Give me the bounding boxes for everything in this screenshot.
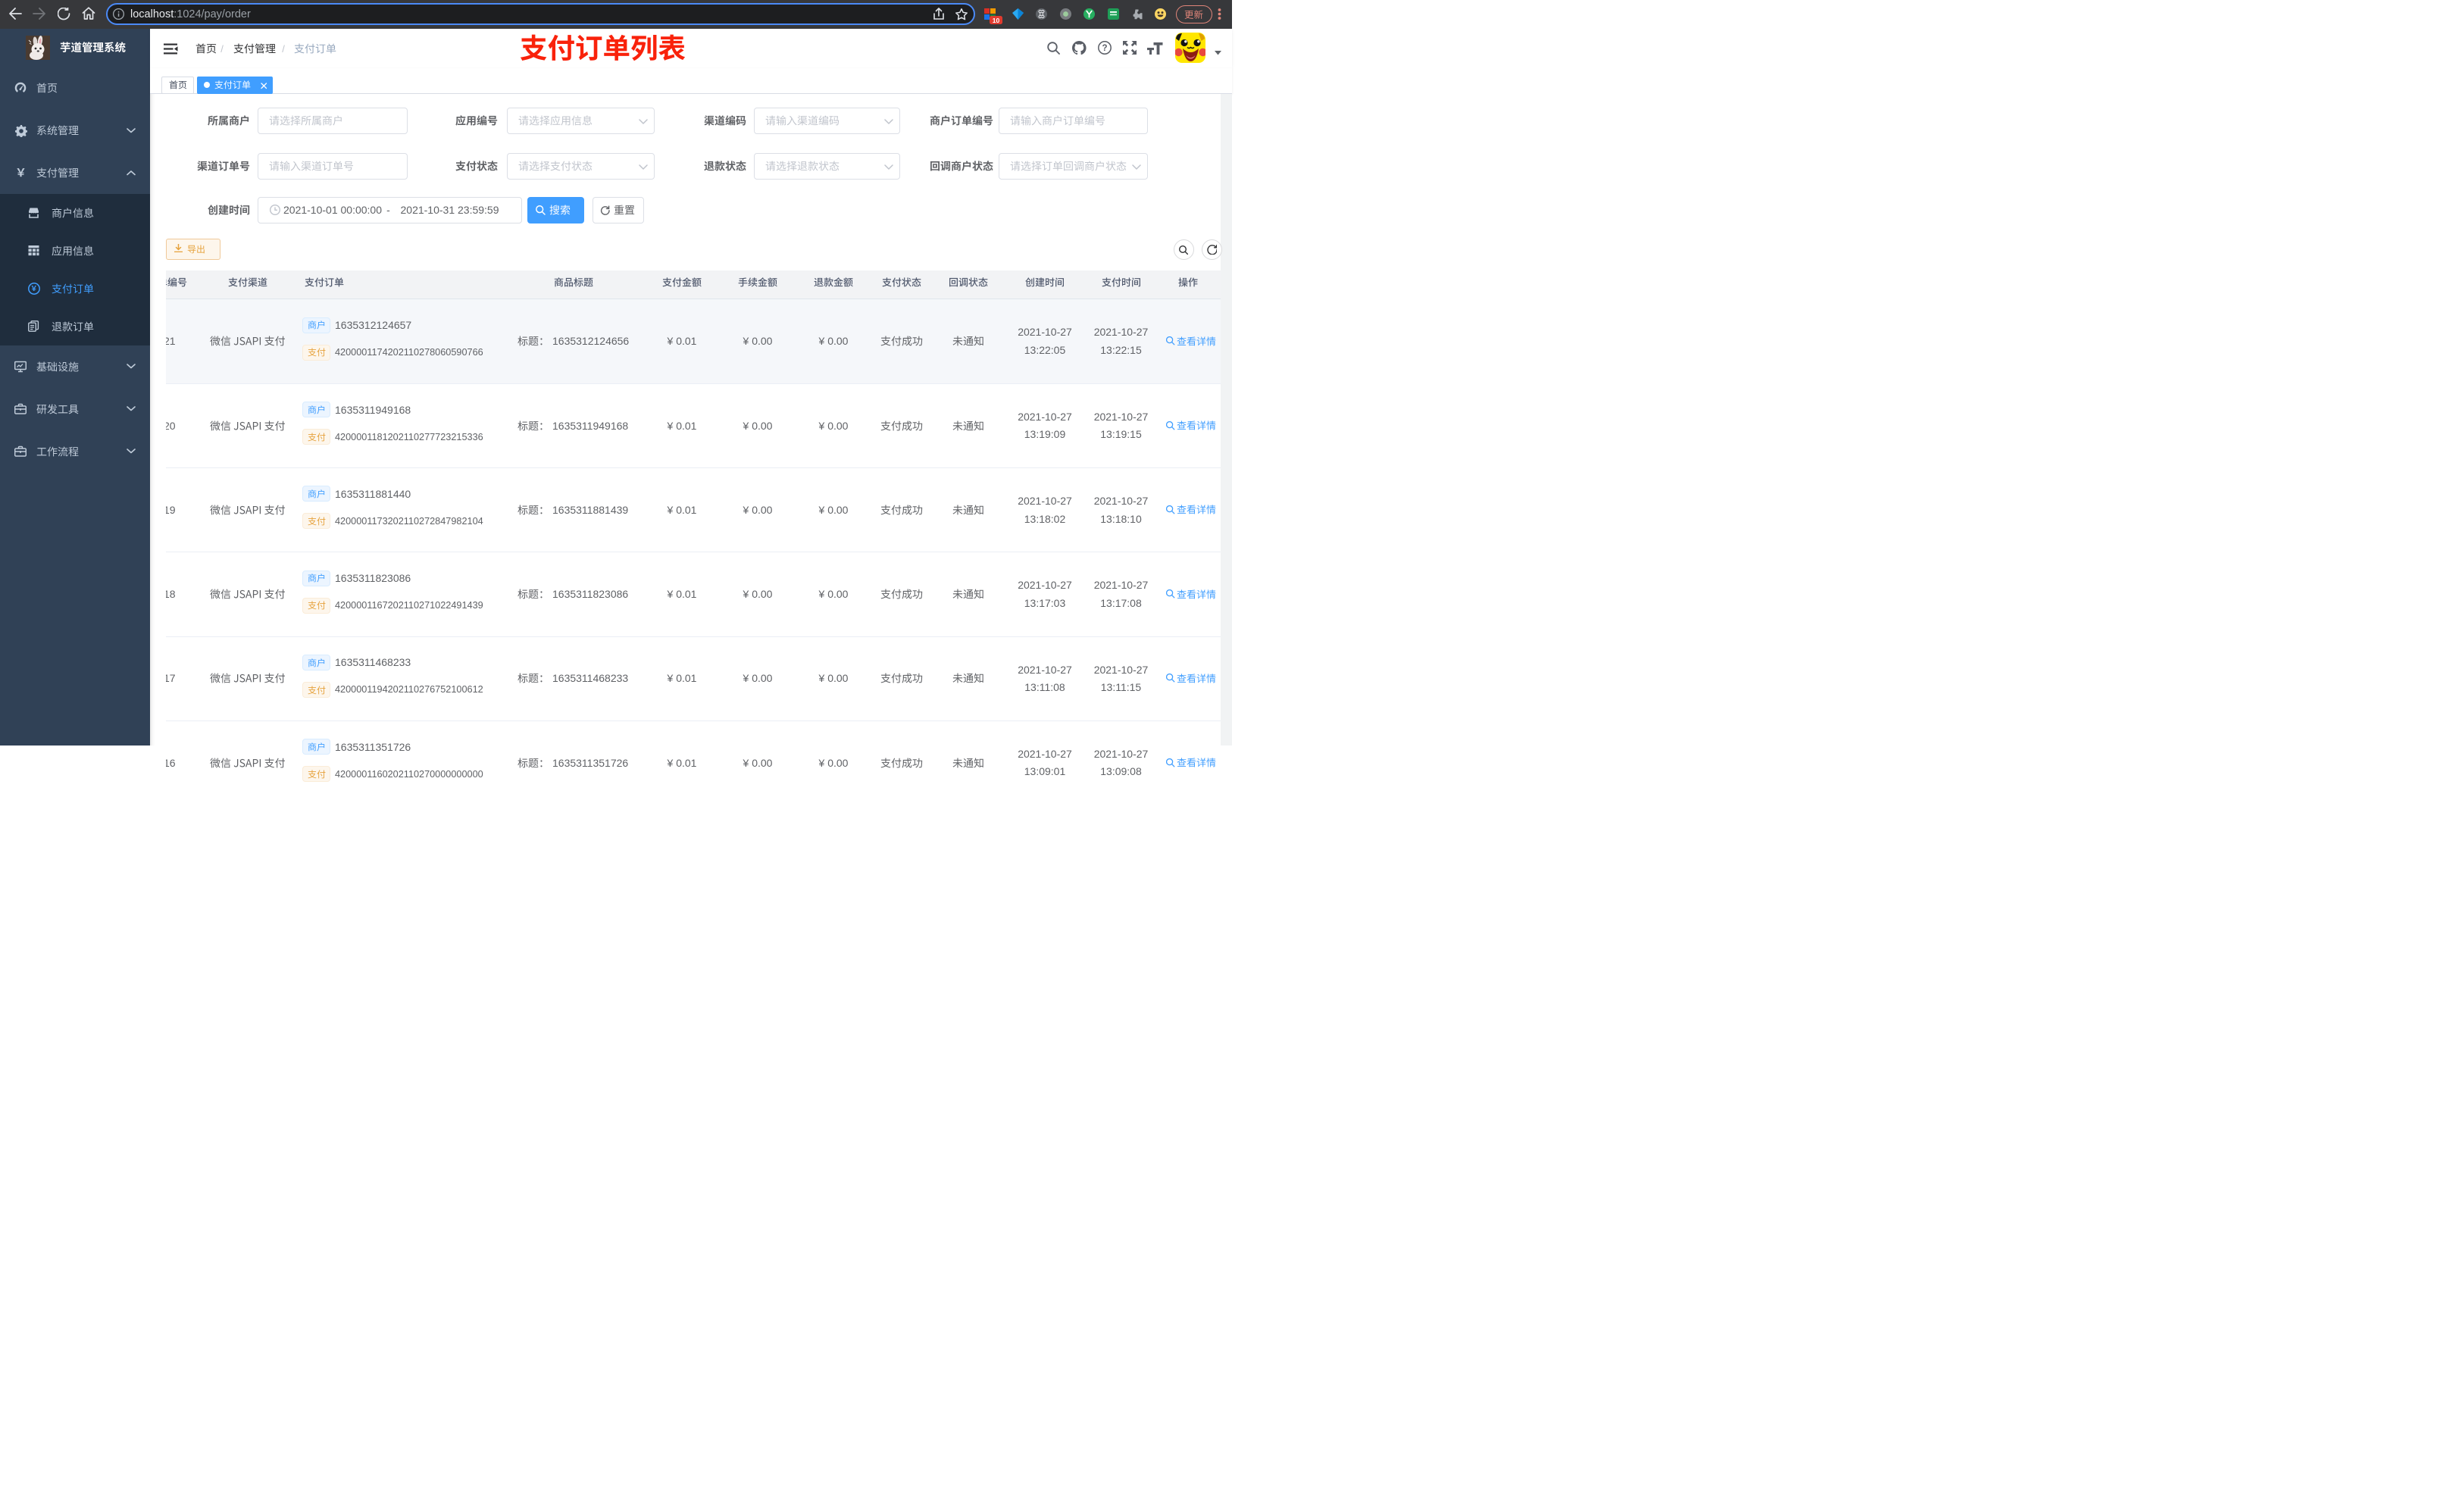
svg-text:?: ? bbox=[1102, 44, 1107, 53]
